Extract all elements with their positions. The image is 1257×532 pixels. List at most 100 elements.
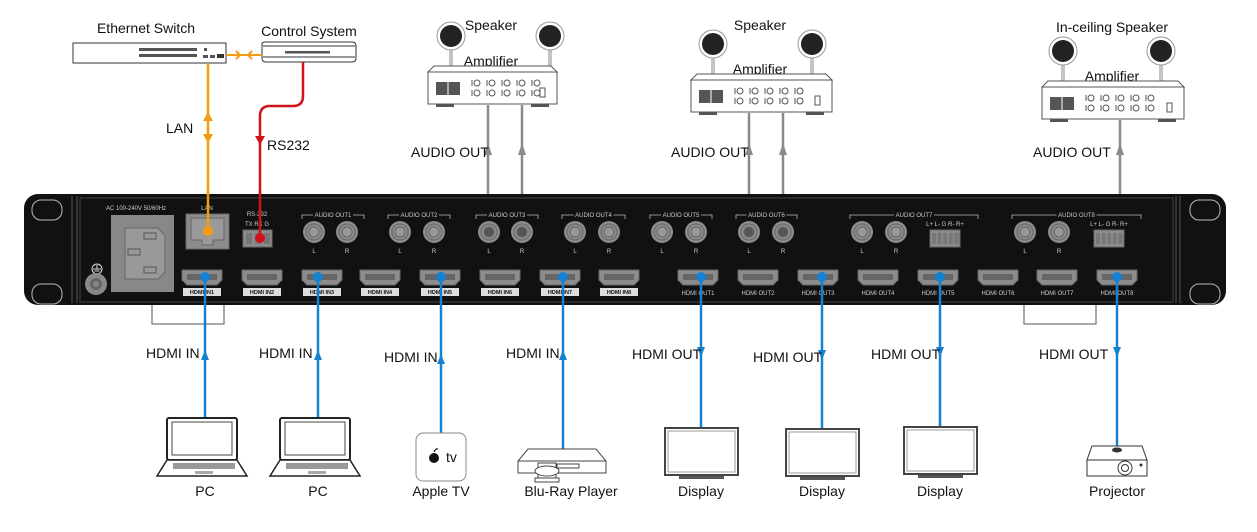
right-channel-label: R xyxy=(520,249,525,255)
rca-jack-right[interactable] xyxy=(885,221,907,243)
apple-logo-icon xyxy=(429,453,439,463)
hdmi-port-label: HDMI IN6 xyxy=(488,290,512,296)
right-channel-label: R xyxy=(894,249,899,255)
arrow-up-icon xyxy=(437,354,445,364)
sink-name-label: Display xyxy=(799,483,845,499)
rca-jack-right[interactable] xyxy=(336,221,358,243)
rca-jack-left[interactable] xyxy=(1014,221,1036,243)
audio-out-label: AUDIO OUT5 xyxy=(663,213,700,219)
rca-jack-right[interactable] xyxy=(1048,221,1070,243)
audio-out-label: AUDIO OUT8 xyxy=(1058,213,1095,219)
power-label: AC 100-240V 50/60Hz xyxy=(106,206,166,212)
phoenix-connector[interactable] xyxy=(1093,229,1125,248)
audio-out-label: AUDIO OUT6 xyxy=(748,213,785,219)
connection-diagram: Ethernet Switch Control System LAN RS232… xyxy=(24,17,1226,499)
rca-jack-left[interactable] xyxy=(564,221,586,243)
rca-jack-right[interactable] xyxy=(772,221,794,243)
rca-jack-right[interactable] xyxy=(423,221,445,243)
audio-out-label: AUDIO OUT7 xyxy=(896,213,933,219)
rca-jack-right[interactable] xyxy=(511,221,533,243)
hdmi-out-6[interactable]: HDMI OUT6 xyxy=(977,269,1019,297)
sink-2: HDMI OUT Display xyxy=(753,272,860,499)
audio-out-label: AUDIO OUT4 xyxy=(575,213,612,219)
ethernet-switch-label: Ethernet Switch xyxy=(97,20,195,36)
speaker-label: Speaker xyxy=(734,17,786,33)
arrow-up-icon xyxy=(1116,143,1124,155)
hdmi-in-2[interactable]: HDMI IN2 xyxy=(241,269,283,296)
laptop-icon xyxy=(268,417,362,477)
projector-icon xyxy=(1086,445,1148,477)
power-inlet[interactable] xyxy=(111,215,174,292)
hdmi-port-label: HDMI IN1 xyxy=(190,290,214,296)
rca-jack-left[interactable] xyxy=(478,221,500,243)
speaker-right-icon xyxy=(797,29,827,74)
hdmi-in-link-label: HDMI IN xyxy=(384,349,438,365)
source-2: HDMI IN PC xyxy=(259,272,362,499)
lan-link-switch-control xyxy=(226,50,262,60)
display-icon xyxy=(903,426,978,478)
right-channel-label: R xyxy=(432,249,437,255)
hdmi-port-label: HDMI OUT6 xyxy=(982,291,1016,297)
rca-jack-left[interactable] xyxy=(389,221,411,243)
control-system-label: Control System xyxy=(261,23,357,39)
amplifier-icon xyxy=(426,65,559,107)
speaker-label: Speaker xyxy=(465,17,517,33)
hdmi-port-label: HDMI OUT2 xyxy=(742,291,776,297)
audio-out-link-label: AUDIO OUT xyxy=(411,144,489,160)
audio-out-link-label: AUDIO OUT xyxy=(1033,144,1111,160)
rs232-label: RS232 xyxy=(267,137,310,153)
rca-jack-left[interactable] xyxy=(303,221,325,243)
arrow-up-icon xyxy=(203,112,213,121)
arrow-down-icon xyxy=(255,136,265,145)
sink-name-label: Display xyxy=(917,483,963,499)
audio-out-label: AUDIO OUT2 xyxy=(401,213,438,219)
rca-jack-left[interactable] xyxy=(738,221,760,243)
speaker-left-icon xyxy=(436,21,466,66)
hdmi-port-label: HDMI OUT3 xyxy=(802,291,836,297)
hdmi-out-4[interactable]: HDMI OUT4 xyxy=(857,269,899,297)
speaker-left-icon xyxy=(698,29,728,74)
audio-zone-3: In-ceiling SpeakerAmplifierAUDIO OUT xyxy=(1033,19,1186,224)
arrow-up-icon xyxy=(201,350,209,360)
hdmi-in-6[interactable]: HDMI IN6 xyxy=(479,269,521,296)
sink-name-label: Display xyxy=(678,483,724,499)
hdmi-in-3[interactable]: HDMI IN3 xyxy=(301,269,343,296)
audio-out-label: AUDIO OUT3 xyxy=(489,213,526,219)
display-icon xyxy=(785,428,860,480)
hdmi-in-8[interactable]: HDMI IN8 xyxy=(598,269,640,296)
rs232-port-label: RS-232 xyxy=(247,212,268,218)
hdmi-port-label: HDMI OUT4 xyxy=(862,291,896,297)
hdmi-out-7[interactable]: HDMI OUT7 xyxy=(1036,269,1078,297)
arrow-down-icon xyxy=(203,134,213,143)
source-4: HDMI IN Blu-Ray Player xyxy=(506,272,618,499)
bluray-player-icon xyxy=(517,448,607,483)
rca-jack-left[interactable] xyxy=(851,221,873,243)
sink-name-label: Projector xyxy=(1089,483,1145,499)
rca-jack-left[interactable] xyxy=(651,221,673,243)
sink-1: HDMI OUT Display xyxy=(632,272,739,499)
phoenix-pins-label: L+ L- G R- R+ xyxy=(926,222,964,228)
control-system: Control System xyxy=(261,23,357,63)
speaker-left-icon xyxy=(1048,36,1078,81)
speaker-right-icon xyxy=(535,21,565,66)
right-channel-label: R xyxy=(781,249,786,255)
hdmi-in-4[interactable]: HDMI IN4 xyxy=(359,269,401,296)
hdmi-port-label: HDMI OUT5 xyxy=(922,291,956,297)
hdmi-port-label: HDMI IN4 xyxy=(368,290,393,296)
audio-out-label: AUDIO OUT1 xyxy=(315,213,352,219)
source-name-label: Blu-Ray Player xyxy=(524,483,618,499)
hdmi-out-2[interactable]: HDMI OUT2 xyxy=(737,269,779,297)
phoenix-connector[interactable] xyxy=(929,229,961,248)
ethernet-switch: Ethernet Switch xyxy=(72,20,227,64)
source-name-label: PC xyxy=(308,483,327,499)
hdmi-in-link-label: HDMI IN xyxy=(259,345,313,361)
rca-jack-right[interactable] xyxy=(685,221,707,243)
source-3: HDMI IN tv Apple TV xyxy=(384,272,470,499)
right-channel-label: R xyxy=(345,249,350,255)
hdmi-port-label: HDMI OUT7 xyxy=(1041,291,1075,297)
phoenix-pins-label: L+ L- G R- R+ xyxy=(1090,222,1128,228)
right-channel-label: R xyxy=(694,249,699,255)
rca-jack-right[interactable] xyxy=(598,221,620,243)
rs232-pins-label: TX RX G xyxy=(245,222,269,228)
amplifier-icon xyxy=(1040,80,1186,122)
